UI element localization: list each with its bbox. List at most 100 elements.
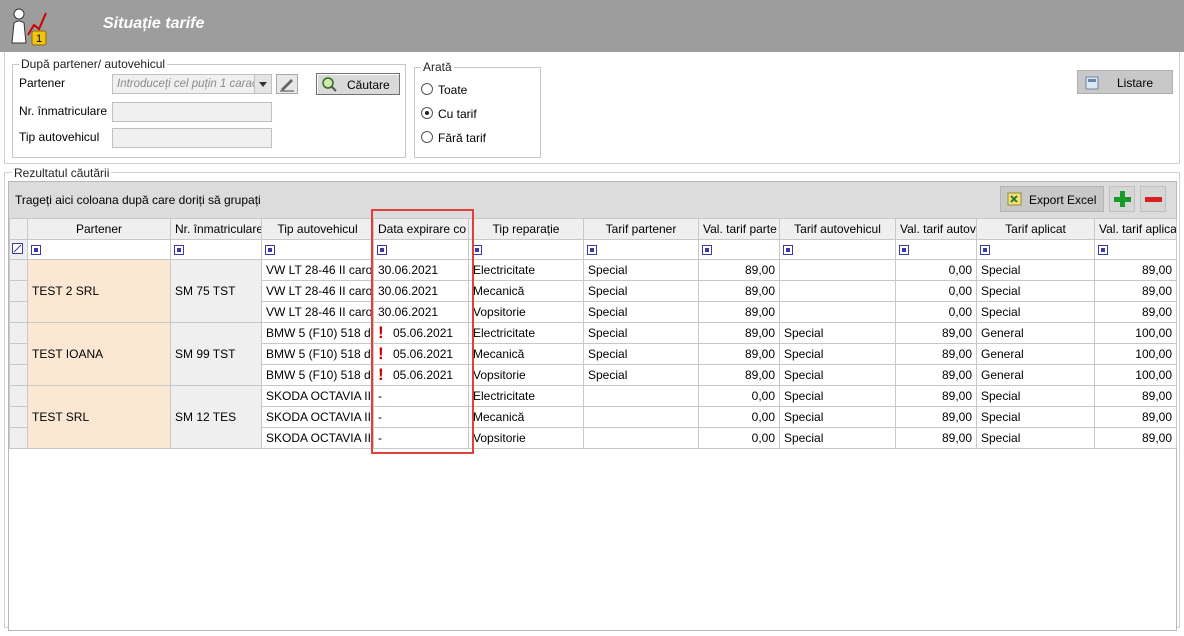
cell-vtp[interactable]: 0,00 (698, 406, 780, 428)
cell-tip[interactable]: SKODA OCTAVIA III (261, 406, 374, 428)
cell-vtp[interactable]: 89,00 (698, 364, 780, 386)
filter-row-selector[interactable] (9, 239, 28, 260)
nr-inmatriculare-cell[interactable]: SM 12 TES (170, 385, 262, 449)
row-selector[interactable] (9, 259, 28, 281)
cell-data[interactable]: - (373, 427, 469, 449)
row-selector[interactable] (9, 406, 28, 428)
tip-autovehicul-field[interactable] (112, 128, 272, 148)
cell-ta[interactable] (779, 301, 896, 323)
remove-row-button[interactable] (1140, 186, 1166, 212)
cell-tap[interactable]: Special (976, 427, 1095, 449)
pen-icon[interactable] (276, 74, 298, 94)
cell-tp[interactable]: Special (583, 364, 699, 386)
search-button[interactable]: Căutare (316, 73, 400, 95)
cell-tap[interactable]: Special (976, 406, 1095, 428)
column-header[interactable]: Partener (27, 218, 171, 240)
column-header[interactable]: Tip autovehicul (261, 218, 374, 240)
cell-data[interactable]: - (373, 385, 469, 407)
filter-cell[interactable] (373, 239, 469, 260)
table-row[interactable]: TEST 2 SRL SM 75 TST VW LT 28-46 II caros 3… (9, 259, 1177, 323)
filter-cell[interactable] (170, 239, 262, 260)
column-header[interactable]: Tarif partener (583, 218, 699, 240)
cell-rep[interactable]: Electricitate (468, 322, 584, 344)
cell-tap[interactable]: Special (976, 280, 1095, 302)
row-selector[interactable] (9, 301, 28, 323)
cell-vtp[interactable]: 89,00 (698, 280, 780, 302)
column-header[interactable]: Tip reparație (468, 218, 584, 240)
cell-vtp[interactable]: 89,00 (698, 259, 780, 281)
row-selector[interactable] (9, 385, 28, 407)
column-header[interactable]: Val. tarif autov (895, 218, 977, 240)
row-selector[interactable] (9, 364, 28, 386)
cell-tp[interactable]: Special (583, 280, 699, 302)
radio-cu-tarif-label[interactable]: Cu tarif (438, 107, 477, 121)
cell-vtap[interactable]: 100,00 (1094, 322, 1177, 344)
cell-tip[interactable]: SKODA OCTAVIA III (261, 427, 374, 449)
cell-vtap[interactable]: 100,00 (1094, 364, 1177, 386)
cell-vtap[interactable]: 89,00 (1094, 406, 1177, 428)
cell-tip[interactable]: SKODA OCTAVIA III (261, 385, 374, 407)
row-selector[interactable] (9, 322, 28, 344)
filter-operator-icon[interactable] (265, 245, 275, 256)
cell-tap[interactable]: General (976, 343, 1095, 365)
filter-operator-icon[interactable] (1098, 245, 1108, 256)
filter-operator-icon[interactable] (702, 245, 712, 256)
filter-operator-icon[interactable] (587, 245, 597, 256)
radio-toate-label[interactable]: Toate (438, 83, 467, 97)
cell-vta[interactable]: 89,00 (895, 343, 977, 365)
partner-combobox[interactable]: Introduceți cel puțin 1 caracter (112, 74, 272, 94)
column-header[interactable]: Data expirare co (373, 218, 469, 240)
radio-fara-tarif-label[interactable]: Fără tarif (438, 131, 486, 145)
filter-cell[interactable] (27, 239, 171, 260)
radio-fara-tarif[interactable] (421, 131, 433, 143)
cell-tap[interactable]: Special (976, 259, 1095, 281)
cell-tip[interactable]: BMW 5 (F10) 518 d, (261, 322, 374, 344)
cell-rep[interactable]: Electricitate (468, 259, 584, 281)
partner-cell[interactable]: TEST IOANA (27, 322, 171, 386)
cell-ta[interactable] (779, 259, 896, 281)
cell-rep[interactable]: Vopsitorie (468, 364, 584, 386)
cell-rep[interactable]: Electricitate (468, 385, 584, 407)
column-header[interactable]: Tarif aplicat (976, 218, 1095, 240)
cell-vtap[interactable]: 89,00 (1094, 280, 1177, 302)
export-excel-button[interactable]: Export Excel (1000, 186, 1104, 212)
filter-cell[interactable] (895, 239, 977, 260)
cell-vta[interactable]: 89,00 (895, 364, 977, 386)
column-header[interactable]: Val. tarif aplica (1094, 218, 1177, 240)
cell-tip[interactable]: VW LT 28-46 II caros (261, 301, 374, 323)
add-row-button[interactable] (1109, 186, 1135, 212)
cell-ta[interactable]: Special (779, 364, 896, 386)
cell-vtp[interactable]: 89,00 (698, 301, 780, 323)
filter-cell[interactable] (976, 239, 1095, 260)
partner-cell[interactable]: TEST SRL (27, 385, 171, 449)
cell-vtap[interactable]: 100,00 (1094, 343, 1177, 365)
row-selector[interactable] (9, 343, 28, 365)
partner-cell[interactable]: TEST 2 SRL (27, 259, 171, 323)
cell-tap[interactable]: General (976, 322, 1095, 344)
cell-vtp[interactable]: 89,00 (698, 322, 780, 344)
row-selector[interactable] (9, 280, 28, 302)
filter-operator-icon[interactable] (472, 245, 482, 256)
filter-cell[interactable] (779, 239, 896, 260)
cell-vta[interactable]: 89,00 (895, 385, 977, 407)
cell-rep[interactable]: Mecanică (468, 343, 584, 365)
cell-rep[interactable]: Vopsitorie (468, 301, 584, 323)
cell-tp[interactable]: Special (583, 343, 699, 365)
filter-cell[interactable] (698, 239, 780, 260)
nr-inmatriculare-cell[interactable]: SM 99 TST (170, 322, 262, 386)
radio-cu-tarif[interactable] (421, 107, 433, 119)
cell-tp[interactable]: Special (583, 301, 699, 323)
cell-rep[interactable]: Mecanică (468, 406, 584, 428)
cell-tp[interactable] (583, 427, 699, 449)
cell-tap[interactable]: General (976, 364, 1095, 386)
cell-data[interactable]: - (373, 406, 469, 428)
cell-data[interactable]: ! 05.06.2021 (373, 364, 469, 386)
cell-vtap[interactable]: 89,00 (1094, 427, 1177, 449)
cell-data[interactable]: 30.06.2021 (373, 280, 469, 302)
cell-tp[interactable]: Special (583, 259, 699, 281)
cell-ta[interactable]: Special (779, 385, 896, 407)
row-selector[interactable] (9, 427, 28, 449)
cell-rep[interactable]: Vopsitorie (468, 427, 584, 449)
table-row[interactable]: TEST SRL SM 12 TES SKODA OCTAVIA III - Elect… (9, 385, 1177, 449)
cell-ta[interactable]: Special (779, 406, 896, 428)
